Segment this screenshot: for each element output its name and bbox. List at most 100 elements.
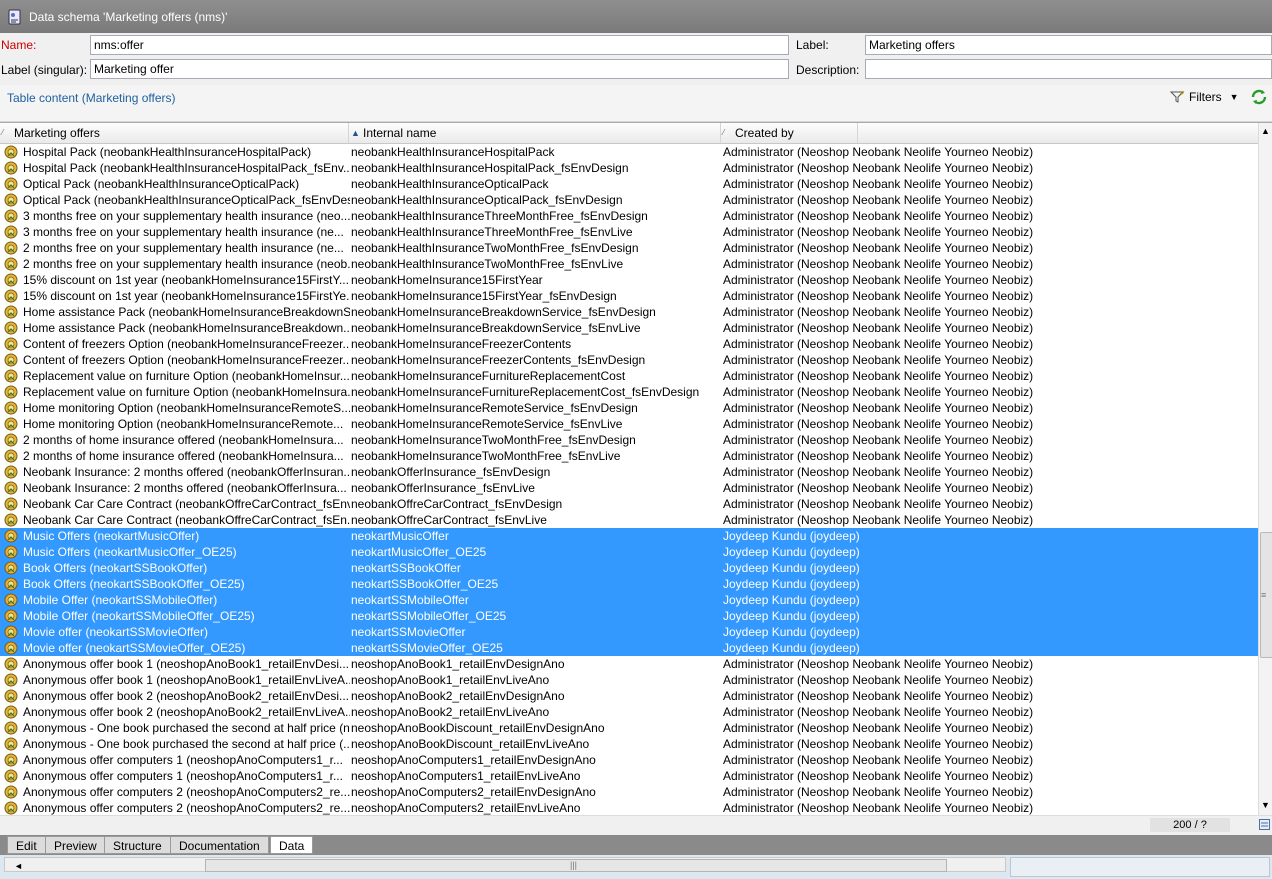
table-row[interactable]: Mobile Offer (neokartSSMobileOffer) neoka…: [0, 592, 1258, 608]
table-row[interactable]: Anonymous - One book purchased the secon…: [0, 736, 1258, 752]
internal-name-cell: neobankOfferInsurance_fsEnvLive: [351, 481, 535, 495]
table-row[interactable]: 2 months free on your supplementary heal…: [0, 256, 1258, 272]
table-row[interactable]: 15% discount on 1st year (neobankHomeIns…: [0, 272, 1258, 288]
offer-icon: [4, 593, 18, 607]
table-row[interactable]: Optical Pack (neobankHealthInsuranceOpti…: [0, 176, 1258, 192]
column-header-created-by[interactable]: ⁄ Created by: [721, 123, 858, 143]
created-by-cell: Joydeep Kundu (joydeep): [723, 529, 860, 543]
offer-label-cell: 3 months free on your supplementary heal…: [23, 209, 350, 223]
tab-edit[interactable]: Edit: [7, 836, 46, 854]
table-row[interactable]: Optical Pack (neobankHealthInsuranceOpti…: [0, 192, 1258, 208]
created-by-cell: Administrator (Neoshop Neobank Neolife Y…: [723, 769, 1034, 783]
horizontal-scrollbar[interactable]: ◄ |||: [4, 857, 1006, 872]
column-header-internal-name[interactable]: ▲ Internal name: [349, 123, 721, 143]
table-row[interactable]: Replacement value on furniture Option (n…: [0, 384, 1258, 400]
label-field[interactable]: Marketing offers: [865, 35, 1272, 55]
table-row[interactable]: Mobile Offer (neokartSSMobileOffer_OE25)…: [0, 608, 1258, 624]
created-by-cell: Joydeep Kundu (joydeep): [723, 609, 860, 623]
table-row[interactable]: Replacement value on furniture Option (n…: [0, 368, 1258, 384]
scroll-down-icon[interactable]: ▼: [1261, 800, 1270, 810]
scroll-up-icon[interactable]: ▲: [1261, 126, 1270, 136]
table-row[interactable]: 3 months free on your supplementary heal…: [0, 208, 1258, 224]
table-row[interactable]: Home assistance Pack (neobankHomeInsuran…: [0, 320, 1258, 336]
record-count[interactable]: 200 / ?: [1150, 818, 1230, 832]
tab-documentation[interactable]: Documentation: [170, 836, 269, 854]
internal-name-cell: neoshopAnoComputers1_retailEnvLiveAno: [351, 769, 581, 783]
offer-icon: [4, 321, 18, 335]
description-field[interactable]: [865, 59, 1272, 79]
created-by-cell: Administrator (Neoshop Neobank Neolife Y…: [723, 433, 1034, 447]
table-row[interactable]: 2 months free on your supplementary heal…: [0, 240, 1258, 256]
table-row[interactable]: Neobank Insurance: 2 months offered (neo…: [0, 464, 1258, 480]
created-by-cell: Administrator (Neoshop Neobank Neolife Y…: [723, 305, 1034, 319]
offer-icon: [4, 465, 18, 479]
internal-name-cell: neobankHomeInsuranceBreakdownService_fsE…: [351, 305, 656, 319]
table-row[interactable]: Book Offers (neokartSSBookOffer_OE25) neo…: [0, 576, 1258, 592]
table-row[interactable]: Anonymous offer book 2 (neoshopAnoBook2_…: [0, 688, 1258, 704]
table-row[interactable]: 15% discount on 1st year (neobankHomeIns…: [0, 288, 1258, 304]
grid-menu-icon[interactable]: [1259, 819, 1270, 830]
singular-label-field[interactable]: Marketing offer: [90, 59, 789, 79]
table-row[interactable]: Anonymous offer computers 1 (neoshopAnoC…: [0, 768, 1258, 784]
created-by-cell: Administrator (Neoshop Neobank Neolife Y…: [723, 353, 1034, 367]
offer-label-cell: 2 months of home insurance offered (neob…: [23, 449, 344, 463]
table-row[interactable]: 3 months free on your supplementary heal…: [0, 224, 1258, 240]
horizontal-scroll-area: ◄ |||: [0, 855, 1272, 879]
table-row[interactable]: Anonymous offer computers 2 (neoshopAnoC…: [0, 784, 1258, 800]
refresh-icon[interactable]: [1250, 88, 1268, 106]
offer-icon: [4, 513, 18, 527]
table-row[interactable]: Hospital Pack (neobankHealthInsuranceHos…: [0, 144, 1258, 160]
table-row[interactable]: Content of freezers Option (neobankHomeI…: [0, 352, 1258, 368]
created-by-cell: Administrator (Neoshop Neobank Neolife Y…: [723, 289, 1034, 303]
table-row[interactable]: Anonymous offer book 1 (neoshopAnoBook1_…: [0, 672, 1258, 688]
table-row[interactable]: Anonymous offer book 2 (neoshopAnoBook2_…: [0, 704, 1258, 720]
created-by-cell: Administrator (Neoshop Neobank Neolife Y…: [723, 337, 1034, 351]
table-row[interactable]: 2 months of home insurance offered (neob…: [0, 448, 1258, 464]
table-row[interactable]: Anonymous - One book purchased the secon…: [0, 720, 1258, 736]
table-row[interactable]: Home monitoring Option (neobankHomeInsur…: [0, 416, 1258, 432]
filters-button[interactable]: Filters ▼: [1170, 90, 1239, 104]
tab-preview[interactable]: Preview: [45, 836, 106, 854]
horizontal-scroll-thumb[interactable]: |||: [205, 859, 947, 872]
vertical-scrollbar[interactable]: ▲ ≡ ▼: [1258, 123, 1272, 815]
table-row[interactable]: Hospital Pack (neobankHealthInsuranceHos…: [0, 160, 1258, 176]
table-row[interactable]: 2 months of home insurance offered (neob…: [0, 432, 1258, 448]
created-by-cell: Joydeep Kundu (joydeep): [723, 561, 860, 575]
offer-label-cell: Movie offer (neokartSSMovieOffer_OE25): [23, 641, 246, 655]
table-row[interactable]: Movie offer (neokartSSMovieOffer) neokart…: [0, 624, 1258, 640]
table-row[interactable]: Content of freezers Option (neobankHomeI…: [0, 336, 1258, 352]
offer-label-cell: Music Offers (neokartMusicOffer_OE25): [23, 545, 237, 559]
offer-label-cell: Book Offers (neokartSSBookOffer_OE25): [23, 577, 245, 591]
offer-icon: [4, 737, 18, 751]
table-row[interactable]: Neobank Car Care Contract (neobankOffreC…: [0, 512, 1258, 528]
offer-label-cell: Replacement value on furniture Option (n…: [23, 369, 350, 383]
sortable-icon: ⁄: [723, 128, 725, 137]
table-row[interactable]: Neobank Insurance: 2 months offered (neo…: [0, 480, 1258, 496]
table-row[interactable]: Home assistance Pack (neobankHomeInsuran…: [0, 304, 1258, 320]
created-by-cell: Administrator (Neoshop Neobank Neolife Y…: [723, 241, 1034, 255]
created-by-cell: Administrator (Neoshop Neobank Neolife Y…: [723, 417, 1034, 431]
table-row[interactable]: Book Offers (neokartSSBookOffer) neokartS…: [0, 560, 1258, 576]
table-row[interactable]: Music Offers (neokartMusicOffer) neokartM…: [0, 528, 1258, 544]
table-row[interactable]: Anonymous offer book 1 (neoshopAnoBook1_…: [0, 656, 1258, 672]
offer-label-cell: Anonymous - One book purchased the secon…: [23, 737, 350, 751]
offer-icon: [4, 801, 18, 815]
offer-label-cell: 15% discount on 1st year (neobankHomeIns…: [23, 289, 350, 303]
tab-data[interactable]: Data: [270, 836, 314, 854]
name-field[interactable]: nms:offer: [90, 35, 789, 55]
column-header-marketing-offers[interactable]: ⁄ Marketing offers: [0, 123, 349, 143]
tab-structure[interactable]: Structure: [104, 836, 171, 854]
offer-icon: [4, 769, 18, 783]
table-row[interactable]: Home monitoring Option (neobankHomeInsur…: [0, 400, 1258, 416]
grid-status-bar: 200 / ?: [0, 815, 1272, 836]
scroll-left-icon[interactable]: ◄: [14, 861, 23, 871]
table-row[interactable]: Movie offer (neokartSSMovieOffer_OE25) ne…: [0, 640, 1258, 656]
internal-name-cell: neoshopAnoBookDiscount_retailEnvDesignAn…: [351, 721, 605, 735]
table-row[interactable]: Neobank Car Care Contract (neobankOffreC…: [0, 496, 1258, 512]
created-by-cell: Administrator (Neoshop Neobank Neolife Y…: [723, 465, 1034, 479]
table-row[interactable]: Anonymous offer computers 2 (neoshopAnoC…: [0, 800, 1258, 816]
offer-icon: [4, 433, 18, 447]
table-row[interactable]: Anonymous offer computers 1 (neoshopAnoC…: [0, 752, 1258, 768]
table-row[interactable]: Music Offers (neokartMusicOffer_OE25) neo…: [0, 544, 1258, 560]
created-by-cell: Administrator (Neoshop Neobank Neolife Y…: [723, 481, 1034, 495]
